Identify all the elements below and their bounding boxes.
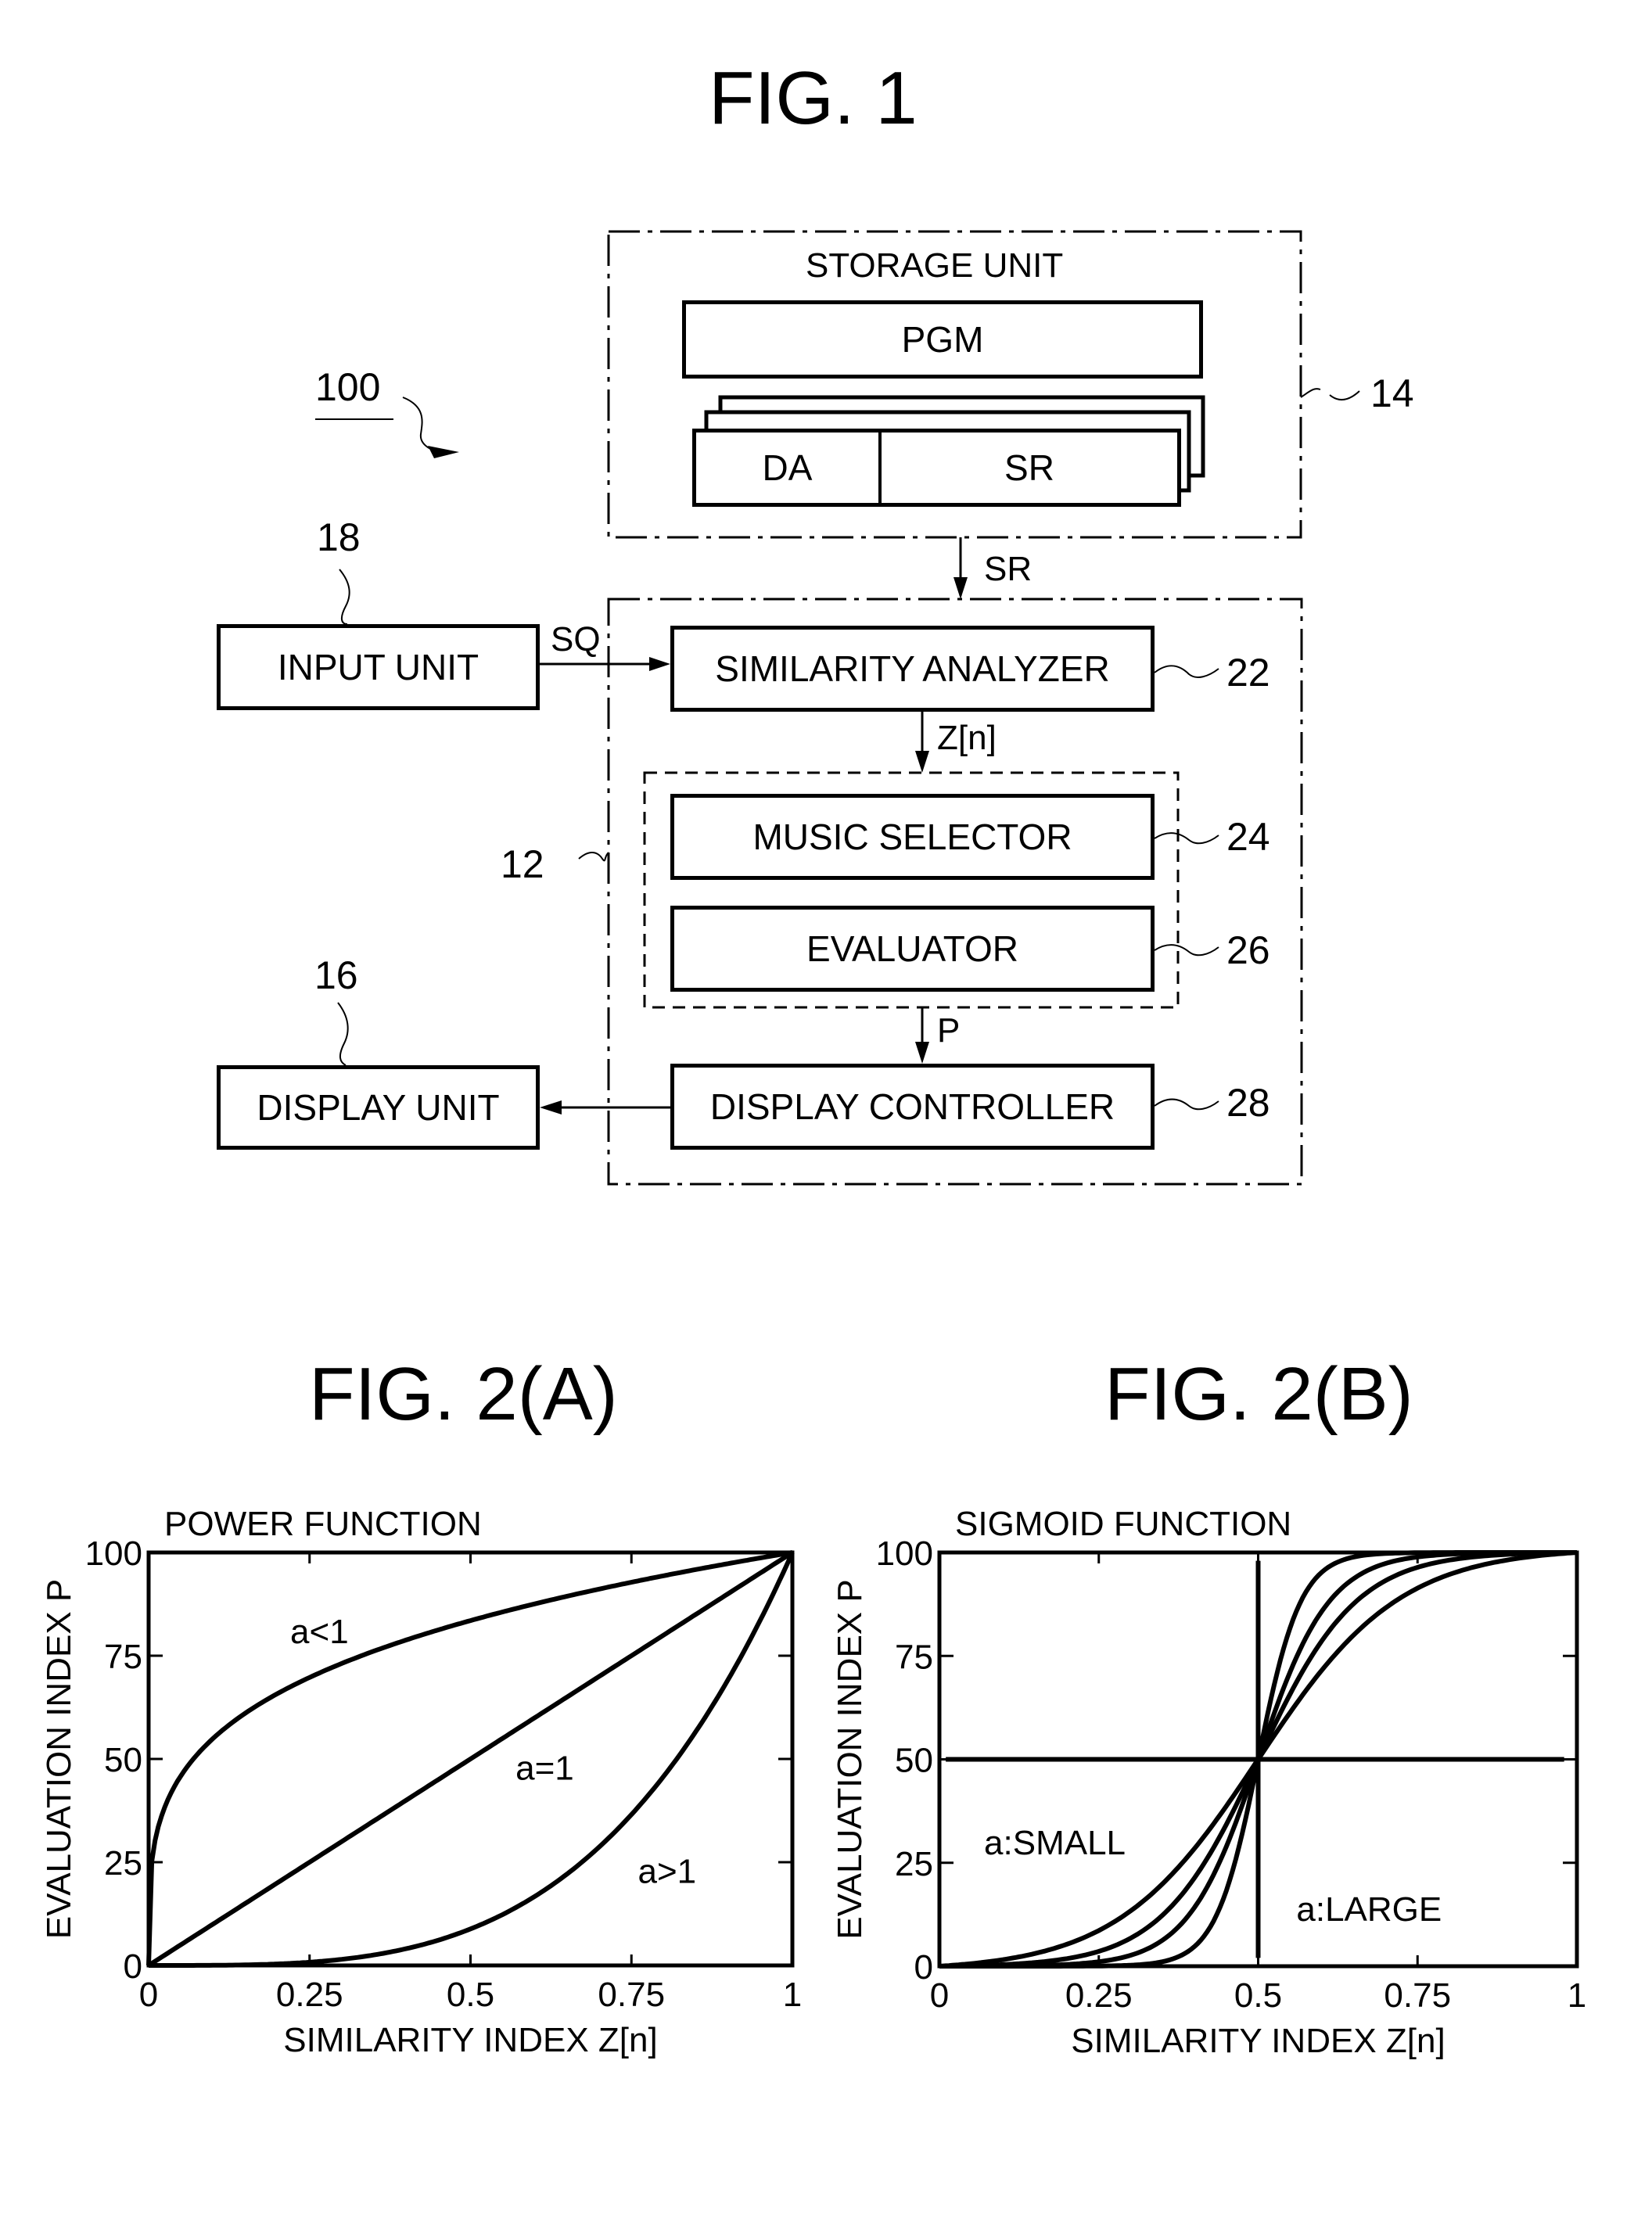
y-tick-label: 50	[895, 1742, 933, 1780]
x-axis-label: SIMILARITY INDEX Z[n]	[1071, 2022, 1445, 2060]
y-tick-label: 0	[914, 1948, 933, 1987]
annotation-label: a:SMALL	[984, 1824, 1126, 1862]
chart-sigmoid-function: SIGMOID FUNCTION0 0.25 0.5 0.75 10255075100S…	[831, 1505, 1586, 2060]
x-tick-label: 0.75	[1384, 1976, 1451, 2015]
y-tick-label: 100	[876, 1534, 933, 1573]
x-tick-label: 1	[1568, 1976, 1586, 2015]
y-tick-label: 25	[895, 1845, 933, 1883]
x-tick-label: 0.25	[1065, 1976, 1133, 2015]
chart-title: SIGMOID FUNCTION	[955, 1505, 1291, 1543]
y-tick-label: 75	[895, 1638, 933, 1676]
y-axis-label: EVALUATION INDEX P	[831, 1579, 869, 1939]
annotation-label: a:LARGE	[1296, 1890, 1442, 1929]
x-tick-label: 0.5	[1234, 1976, 1282, 2015]
